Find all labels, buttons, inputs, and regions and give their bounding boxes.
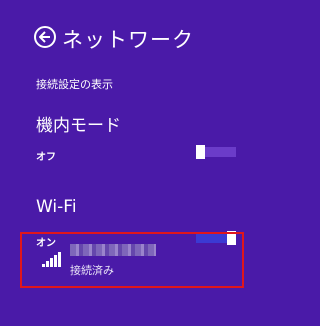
back-arrow-icon: [39, 31, 50, 43]
wifi-label: Wi-Fi: [36, 197, 77, 217]
airplane-mode-label: 機内モード: [36, 116, 121, 136]
airplane-mode-toggle-thumb: [196, 145, 205, 159]
wifi-signal-icon: [42, 251, 62, 267]
airplane-mode-toggle[interactable]: [196, 145, 236, 159]
airplane-mode-state: オフ: [36, 152, 56, 163]
page-title: ネットワーク: [62, 28, 194, 52]
connection-settings-link[interactable]: 接続設定の表示: [36, 76, 113, 92]
network-name-blurred: [70, 244, 156, 256]
network-status: 接続済み: [70, 264, 114, 277]
back-button[interactable]: [34, 26, 56, 48]
network-item[interactable]: 接続済み: [20, 232, 244, 288]
